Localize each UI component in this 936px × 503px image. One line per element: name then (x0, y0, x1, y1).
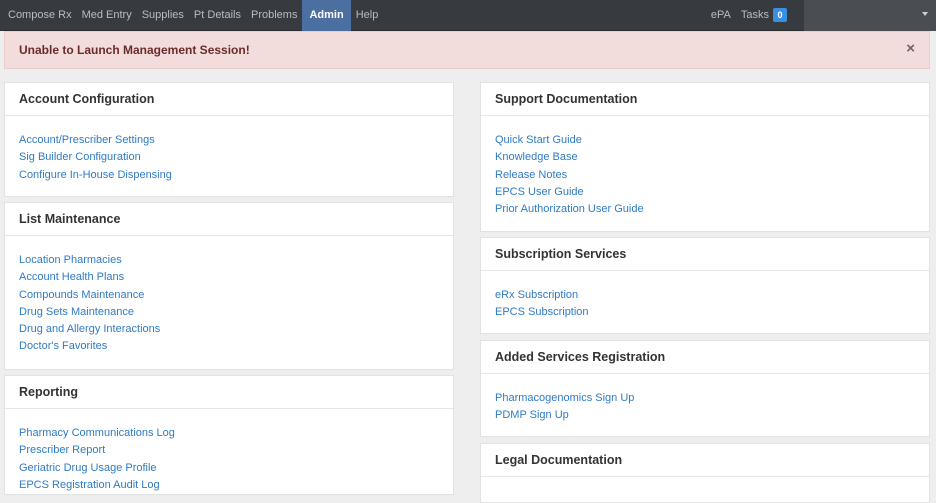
tasks-count-badge: 0 (773, 8, 787, 23)
nav-supplies[interactable]: Supplies (137, 0, 189, 31)
panel-subscription-services: Subscription Services eRx Subscription E… (480, 237, 930, 334)
link-drug-sets-maintenance[interactable]: Drug Sets Maintenance (19, 304, 439, 321)
link-pharmacogenomics-sign-up[interactable]: Pharmacogenomics Sign Up (495, 390, 915, 407)
panel-added-services-registration: Added Services Registration Pharmacogeno… (480, 340, 930, 437)
panel-title: Support Documentation (481, 83, 929, 116)
main-nav: Compose Rx Med Entry Supplies Pt Details… (3, 0, 383, 31)
link-drug-allergy-interactions[interactable]: Drug and Allergy Interactions (19, 321, 439, 338)
panel-title: Reporting (5, 376, 453, 409)
link-quick-start-guide[interactable]: Quick Start Guide (495, 132, 915, 149)
close-icon[interactable]: × (906, 40, 915, 58)
link-epcs-registration-audit-log[interactable]: EPCS Registration Audit Log (19, 477, 439, 494)
top-nav-bar: Compose Rx Med Entry Supplies Pt Details… (0, 0, 936, 31)
panel-title: Legal Documentation (481, 444, 929, 477)
chevron-down-icon (922, 12, 928, 16)
nav-epa[interactable]: ePA (706, 0, 736, 31)
link-epcs-user-guide[interactable]: EPCS User Guide (495, 184, 915, 201)
nav-med-entry[interactable]: Med Entry (77, 0, 137, 31)
panel-title: Subscription Services (481, 238, 929, 271)
panel-title: Account Configuration (5, 83, 453, 116)
link-compounds-maintenance[interactable]: Compounds Maintenance (19, 287, 439, 304)
panel-list-maintenance: List Maintenance Location Pharmacies Acc… (4, 202, 454, 370)
alert-message: Unable to Launch Management Session! (19, 43, 250, 57)
nav-compose-rx[interactable]: Compose Rx (3, 0, 77, 31)
link-release-notes[interactable]: Release Notes (495, 167, 915, 184)
nav-right: ePA Tasks 0 (706, 0, 936, 31)
link-pdmp-sign-up[interactable]: PDMP Sign Up (495, 407, 915, 424)
link-account-prescriber-settings[interactable]: Account/Prescriber Settings (19, 132, 439, 149)
link-knowledge-base[interactable]: Knowledge Base (495, 149, 915, 166)
nav-pt-details[interactable]: Pt Details (189, 0, 246, 31)
link-sig-builder-configuration[interactable]: Sig Builder Configuration (19, 149, 439, 166)
nav-help[interactable]: Help (351, 0, 384, 31)
error-alert: Unable to Launch Management Session! × (4, 31, 930, 69)
panel-account-configuration: Account Configuration Account/Prescriber… (4, 82, 454, 197)
tasks-label: Tasks (740, 9, 769, 21)
nav-problems[interactable]: Problems (246, 0, 302, 31)
link-doctors-favorites[interactable]: Doctor's Favorites (19, 338, 439, 355)
link-configure-in-house-dispensing[interactable]: Configure In-House Dispensing (19, 167, 439, 184)
link-epcs-subscription[interactable]: EPCS Subscription (495, 304, 915, 321)
nav-tasks[interactable]: Tasks 0 (736, 0, 792, 31)
panel-title: Added Services Registration (481, 341, 929, 374)
link-erx-subscription[interactable]: eRx Subscription (495, 287, 915, 304)
link-pharmacy-communications-log[interactable]: Pharmacy Communications Log (19, 425, 439, 442)
link-prior-authorization-user-guide[interactable]: Prior Authorization User Guide (495, 201, 915, 218)
user-dropdown[interactable] (804, 0, 936, 31)
link-prescriber-report[interactable]: Prescriber Report (19, 442, 439, 459)
panel-reporting: Reporting Pharmacy Communications Log Pr… (4, 375, 454, 495)
link-location-pharmacies[interactable]: Location Pharmacies (19, 252, 439, 269)
link-geriatric-drug-usage-profile[interactable]: Geriatric Drug Usage Profile (19, 460, 439, 477)
panel-support-documentation: Support Documentation Quick Start Guide … (480, 82, 930, 232)
panel-legal-documentation: Legal Documentation (480, 443, 930, 503)
link-account-health-plans[interactable]: Account Health Plans (19, 269, 439, 286)
nav-admin[interactable]: Admin (302, 0, 351, 31)
panel-title: List Maintenance (5, 203, 453, 236)
